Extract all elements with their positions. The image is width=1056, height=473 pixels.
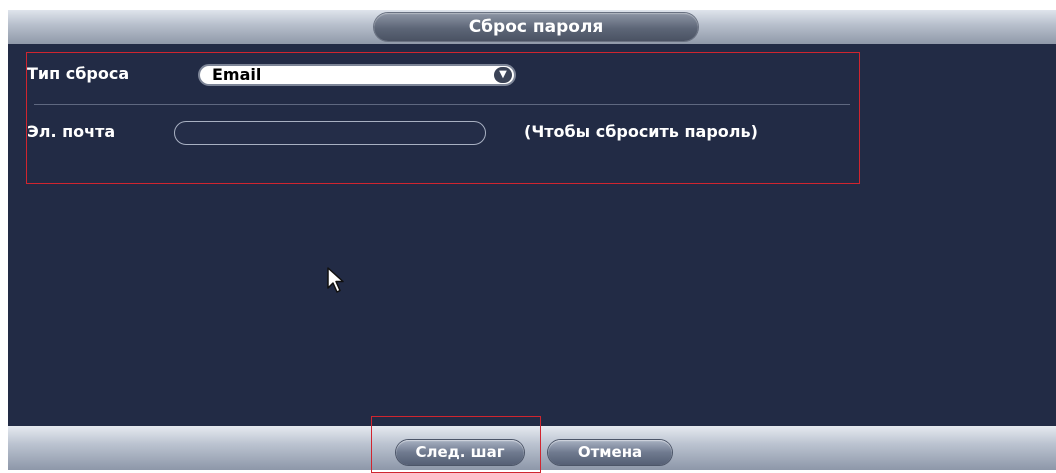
reset-password-dialog: Сброс пароля Тип сброса Email ▼ Эл. почт… <box>8 10 1056 473</box>
cancel-button[interactable]: Отмена <box>548 440 672 465</box>
mouse-pointer-icon <box>327 267 344 293</box>
reset-type-value: Email <box>212 65 262 84</box>
email-label: Эл. почта <box>27 122 116 141</box>
dialog-titlebar: Сброс пароля <box>8 10 1056 44</box>
next-button-highlight-frame <box>371 416 541 473</box>
dialog-title: Сброс пароля <box>374 13 698 41</box>
chevron-down-icon[interactable]: ▼ <box>494 67 512 83</box>
reset-type-select[interactable]: Email ▼ <box>198 64 516 86</box>
reset-type-label: Тип сброса <box>27 64 130 83</box>
form-divider <box>34 104 850 105</box>
email-hint: (Чтобы сбросить пароль) <box>524 122 758 141</box>
email-field[interactable] <box>174 121 486 145</box>
